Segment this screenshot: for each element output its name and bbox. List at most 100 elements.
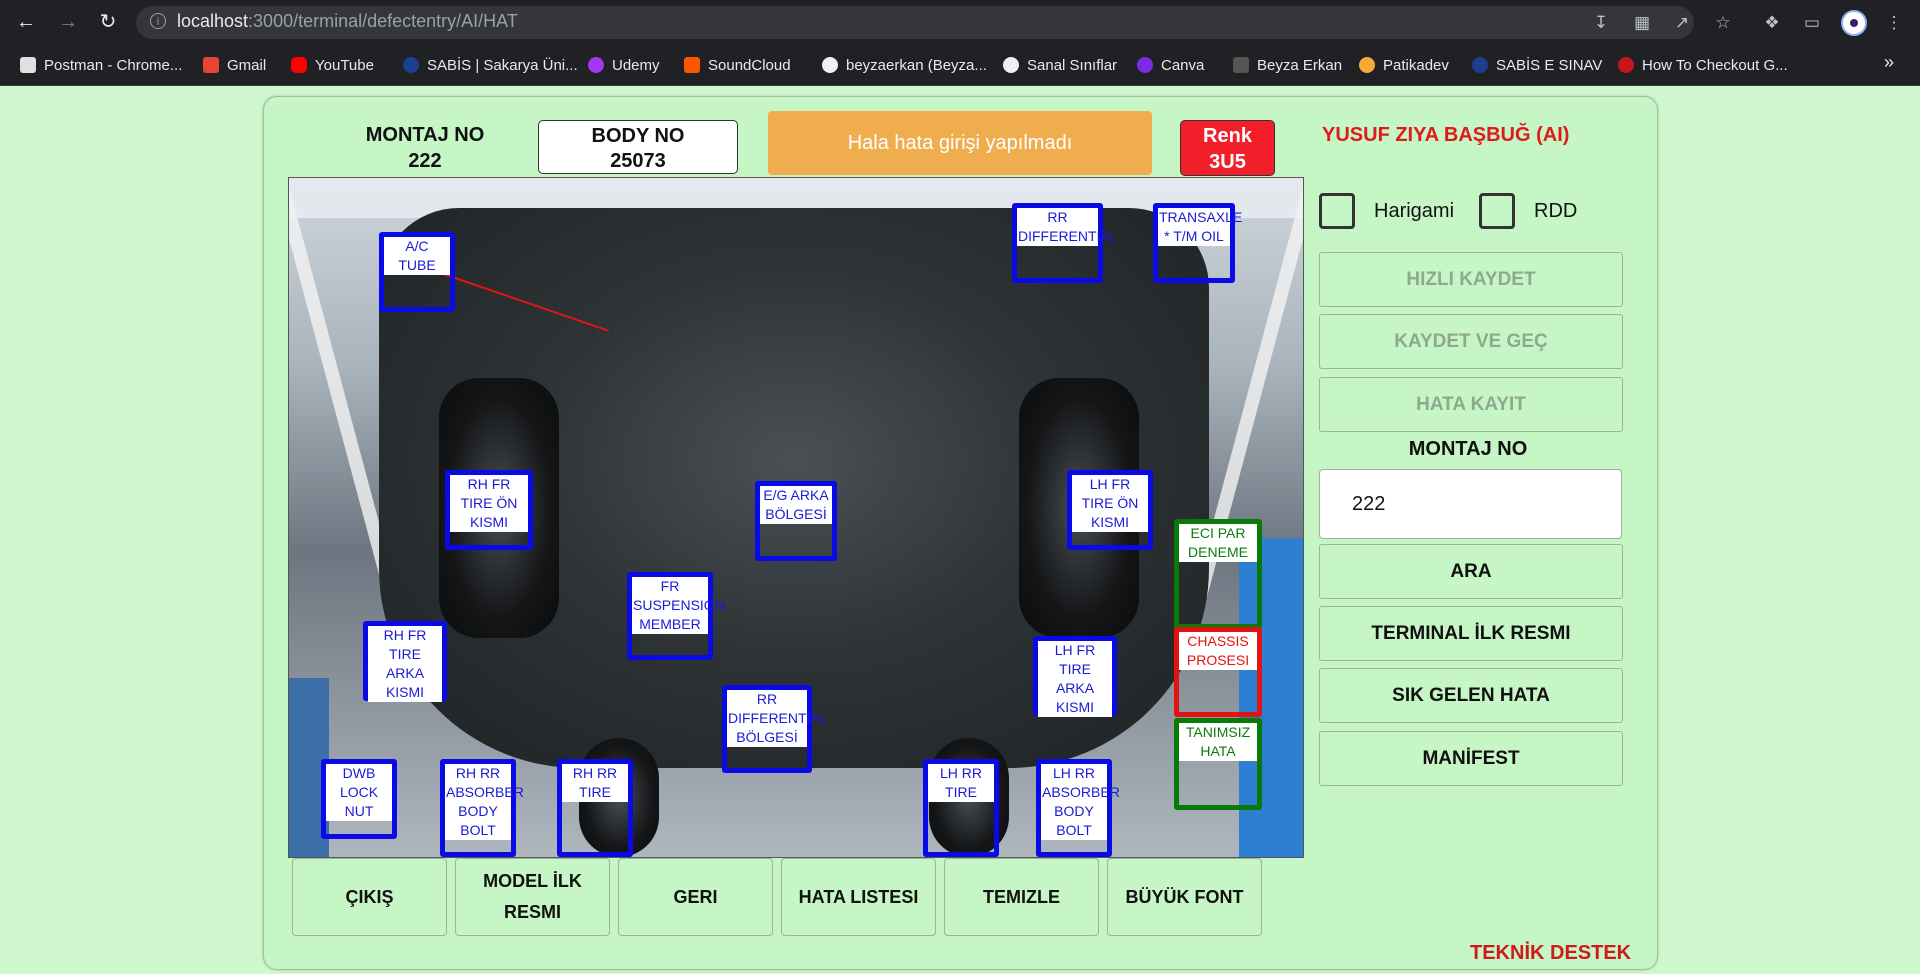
bookmark-udemy[interactable]: Udemy — [588, 53, 660, 77]
manifest-button[interactable]: MANİFEST — [1319, 731, 1623, 786]
rdd-label: RDD — [1534, 200, 1578, 222]
bookmark-postman[interactable]: Postman - Chrome... — [20, 53, 182, 77]
back-icon[interactable]: ← — [14, 10, 38, 34]
bookmark-soundcloud[interactable]: SoundCloud — [684, 53, 791, 77]
be-icon — [1233, 57, 1249, 73]
user-name: YUSUF ZIYA BAŞBUĞ (AI) — [1322, 124, 1570, 146]
zone-eg-arka[interactable]: E/G ARKA BÖLGESİ — [755, 481, 837, 561]
hata-listesi-button[interactable]: HATA LISTESI — [781, 858, 936, 936]
bookmark-label: Gmail — [227, 56, 267, 74]
teknik-destek-link[interactable]: TEKNİK DESTEK — [1470, 942, 1631, 965]
menu-icon[interactable]: ⋮ — [1882, 11, 1906, 35]
body-no-box: BODY NO 25073 — [538, 120, 738, 174]
body-no-value: 25073 — [610, 150, 666, 172]
zone-label: FR SUSPENSION MEMBER — [632, 577, 725, 634]
zone-label: LH FR TIRE ÖN KISMI — [1072, 475, 1148, 532]
bookmarks-bar: Postman - Chrome... Gmail YouTube SABİS … — [0, 45, 1920, 86]
hata-kayit-button[interactable]: HATA KAYIT — [1319, 377, 1623, 432]
side-panel-icon[interactable]: ▭ — [1800, 11, 1824, 35]
terminal-ilk-resmi-button[interactable]: TERMINAL İLK RESMI — [1319, 606, 1623, 661]
zone-label: RH RR ABSORBER BODY BOLT — [445, 764, 524, 840]
harigami-checkbox[interactable] — [1319, 193, 1355, 229]
cikis-button[interactable]: ÇIKIŞ — [292, 858, 447, 936]
zone-rh-fr-tire-arka[interactable]: RH FR TIRE ARKA KISMI — [363, 621, 447, 702]
temizle-button[interactable]: TEMIZLE — [944, 858, 1099, 936]
zone-lh-rr-tire[interactable]: LH RR TIRE — [923, 759, 999, 857]
bookmark-star-icon[interactable]: ☆ — [1711, 11, 1735, 35]
zone-ac-tube[interactable]: A/C TUBE — [379, 232, 455, 312]
url-host: localhost — [177, 11, 249, 31]
body-no-label: BODY NO — [591, 125, 685, 147]
buyuk-font-button[interactable]: BÜYÜK FONT — [1107, 858, 1262, 936]
zone-rh-fr-tire-on[interactable]: RH FR TIRE ÖN KISMI — [445, 470, 533, 550]
zone-label: A/C TUBE — [384, 237, 450, 275]
reload-icon[interactable]: ↻ — [96, 10, 120, 34]
montaj-no-input[interactable]: 222 — [1319, 469, 1622, 539]
zone-lh-fr-tire-on[interactable]: LH FR TIRE ÖN KISMI — [1067, 470, 1153, 550]
status-banner: Hala hata girişi yapılmadı — [768, 111, 1152, 175]
url-text[interactable]: localhost:3000/terminal/defectentry/AI/H… — [177, 11, 518, 32]
bookmark-checkout[interactable]: How To Checkout G... — [1618, 53, 1788, 77]
zone-label: RR DIFFERENTIAL — [1017, 208, 1118, 246]
profile-avatar[interactable] — [1841, 10, 1867, 36]
zone-lh-rr-absorber[interactable]: LH RR ABSORBER BODY BOLT — [1036, 759, 1120, 857]
montaj-no-search-label: MONTAJ NO — [1408, 438, 1528, 460]
bookmark-gmail[interactable]: Gmail — [203, 53, 266, 77]
bookmark-canva[interactable]: Canva — [1137, 53, 1204, 77]
zone-eci-par-deneme[interactable]: ECI PAR DENEME — [1174, 519, 1262, 629]
zone-tanimsiz-hata[interactable]: TANIMSIZ HATA — [1174, 718, 1262, 810]
bookmark-beyza-erkan[interactable]: Beyza Erkan — [1233, 53, 1342, 77]
zone-rr-differential-bolgesi[interactable]: RR DIFFERENTIAL BÖLGESİ — [722, 685, 828, 773]
zone-dwb-lock-nut[interactable]: DWB LOCK NUT — [321, 759, 397, 839]
share-icon[interactable]: ↗ — [1670, 11, 1694, 35]
geri-button[interactable]: GERI — [618, 858, 773, 936]
vehicle-underside-image: A/C TUBE RR DIFFERENTIAL TRANSAXLE * T/M… — [288, 177, 1304, 858]
kaydet-ve-gec-button[interactable]: KAYDET VE GEÇ — [1319, 314, 1623, 369]
checkout-icon — [1618, 57, 1634, 73]
bookmark-sabis[interactable]: SABİS | Sakarya Üni... — [403, 53, 578, 77]
model-ilk-resmi-button[interactable]: MODEL İLK RESMI — [455, 858, 610, 936]
renk-box: Renk 3U5 — [1180, 120, 1275, 176]
github-icon — [822, 57, 838, 73]
site-info-icon[interactable]: i — [150, 13, 166, 29]
zone-transaxle-oil[interactable]: TRANSAXLE * T/M OIL — [1153, 203, 1242, 283]
harigami-label: Harigami — [1374, 200, 1455, 222]
hizli-kaydet-button[interactable]: HIZLI KAYDET — [1319, 252, 1623, 307]
rdd-checkbox[interactable] — [1479, 193, 1515, 229]
bookmark-label: Sanal Sınıflar — [1027, 56, 1118, 74]
bookmark-label: beyzaerkan (Beyza... — [846, 56, 987, 74]
zone-label: LH FR TIRE ARKA KISMI — [1038, 641, 1112, 717]
zone-rh-rr-tire[interactable]: RH RR TIRE — [557, 759, 633, 857]
globe-icon — [1003, 57, 1019, 73]
extensions-icon[interactable]: ❖ — [1760, 11, 1784, 35]
url-path: :3000/terminal/defectentry/AI/HAT — [248, 11, 518, 31]
zone-rr-differential[interactable]: RR DIFFERENTIAL — [1012, 203, 1118, 283]
bookmark-patikadev[interactable]: Patikadev — [1359, 53, 1449, 77]
canva-icon — [1137, 57, 1153, 73]
bookmark-label: How To Checkout G... — [1642, 56, 1788, 74]
translate-icon[interactable]: ▦ — [1630, 11, 1654, 35]
zone-fr-suspension-member[interactable]: FR SUSPENSION MEMBER — [627, 572, 725, 660]
bookmark-youtube[interactable]: YouTube — [291, 53, 374, 77]
sabis-icon — [1472, 57, 1488, 73]
install-icon[interactable]: ↧ — [1589, 11, 1613, 35]
youtube-icon — [291, 57, 307, 73]
bookmark-label: SABİS E SINAV — [1496, 56, 1603, 74]
bookmark-github[interactable]: beyzaerkan (Beyza... — [822, 53, 987, 77]
gmail-icon — [203, 57, 219, 73]
zone-chassis-prosesi[interactable]: CHASSIS PROSESI — [1174, 627, 1262, 717]
bookmarks-more-icon[interactable]: » — [1884, 52, 1894, 73]
forward-icon[interactable]: → — [56, 10, 80, 34]
sik-gelen-hata-button[interactable]: SIK GELEN HATA — [1319, 668, 1623, 723]
zone-label: DWB LOCK NUT — [326, 764, 392, 821]
ara-button[interactable]: ARA — [1319, 544, 1623, 599]
bookmark-label: SABİS | Sakarya Üni... — [427, 56, 578, 74]
zone-lh-fr-tire-arka[interactable]: LH FR TIRE ARKA KISMI — [1033, 636, 1117, 717]
renk-label: Renk — [1203, 125, 1252, 147]
montaj-no-label: MONTAJ NO — [365, 124, 485, 146]
bookmark-sanal-siniflar[interactable]: Sanal Sınıflar — [1003, 53, 1117, 77]
zone-rh-rr-absorber[interactable]: RH RR ABSORBER BODY BOLT — [440, 759, 524, 857]
bookmark-label: Canva — [1161, 56, 1205, 74]
soundcloud-icon — [684, 57, 700, 73]
bookmark-sabis-sinav[interactable]: SABİS E SINAV — [1472, 53, 1602, 77]
